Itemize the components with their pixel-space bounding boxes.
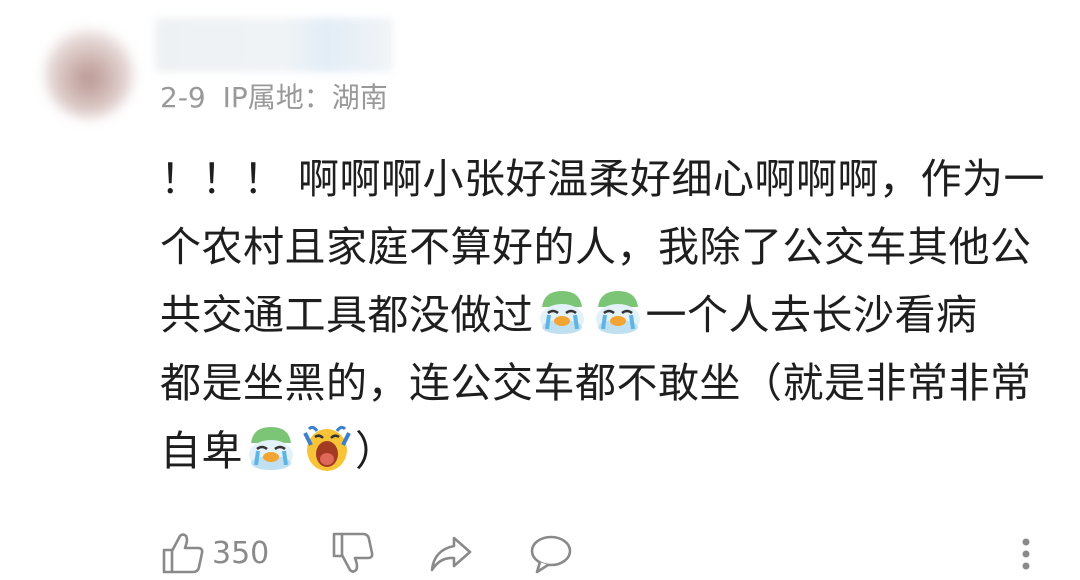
comment-action-bar: 350	[0, 528, 1080, 580]
comment-body: ！！！ 啊啊啊小张好温柔好细心啊啊啊，作为一 个农村且家庭不算好的人，我除了公交…	[160, 145, 1045, 485]
comment-line-1: ！！！ 啊啊啊小张好温柔好细心啊啊啊，作为一	[160, 155, 1046, 203]
screaming-face-emoji	[301, 423, 353, 473]
reply-button[interactable]	[528, 530, 574, 576]
share-icon	[430, 536, 472, 572]
share-button[interactable]	[428, 530, 474, 576]
comment-line-5-text-a: 自卑	[160, 427, 243, 475]
more-vertical-icon	[1022, 538, 1030, 570]
username-blurred[interactable]	[155, 18, 393, 72]
ip-location: IP属地：湖南	[222, 81, 388, 114]
crying-duck-emoji	[592, 287, 644, 337]
comment-bubble-icon	[530, 535, 572, 574]
comment-line-3-text-a: 共交通工具都没做过	[160, 291, 534, 339]
comment-line-5-text-b: ）	[355, 427, 397, 475]
thumbs-up-icon	[162, 533, 204, 574]
more-options-button[interactable]	[1016, 528, 1036, 578]
avatar[interactable]	[45, 30, 133, 118]
dislike-button[interactable]	[330, 530, 376, 576]
comment-line-4: 都是坐黑的，连公交车都不敢坐（就是非常非常	[160, 359, 1032, 407]
comment-line-2: 个农村且家庭不算好的人，我除了公交车其他公	[160, 223, 1032, 271]
comment-line-3: 共交通工具都没做过 一个人去长沙看病	[160, 281, 1045, 349]
crying-duck-emoji	[245, 423, 297, 473]
comment-line-3-text-b: 一个人去长沙看病	[645, 291, 978, 339]
crying-duck-emoji	[536, 287, 588, 337]
like-count: 350	[212, 536, 270, 571]
comment-meta: 2-9 IP属地：湖南	[160, 80, 396, 116]
comment-date: 2-9	[160, 81, 206, 114]
thumbs-down-icon	[332, 532, 374, 573]
comment-line-5: 自卑 ）	[160, 417, 1045, 485]
like-button[interactable]	[160, 530, 206, 576]
